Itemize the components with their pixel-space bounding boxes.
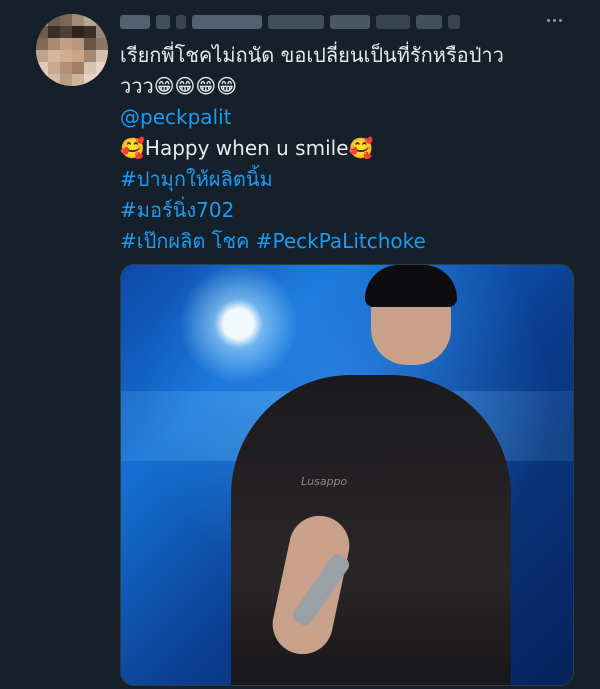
redacted-block bbox=[176, 15, 186, 29]
redacted-block bbox=[448, 15, 460, 29]
redacted-block bbox=[330, 15, 370, 29]
photo-watermark: Lusappo bbox=[301, 475, 348, 488]
tweet-photo[interactable]: Lusappo bbox=[120, 264, 574, 686]
mention-link[interactable]: @peckpalit bbox=[120, 102, 570, 133]
redacted-block bbox=[268, 15, 324, 29]
more-dots-icon[interactable] bbox=[542, 10, 566, 30]
redacted-block bbox=[192, 15, 262, 29]
hashtag-link[interactable]: #เป๊กผลิต โชค #PeckPaLitchoke bbox=[120, 226, 570, 257]
hashtag-link[interactable]: #มอร์นิ่ง702 bbox=[120, 195, 570, 226]
redacted-block bbox=[376, 15, 410, 29]
author-header-redacted[interactable] bbox=[120, 10, 540, 34]
tweet-card[interactable]: เรียกพี่โชคไม่ถนัด ขอเปลี่ยนเป็นที่รักหร… bbox=[0, 0, 600, 689]
tweet-text: เรียกพี่โชคไม่ถนัด ขอเปลี่ยนเป็นที่รักหร… bbox=[120, 40, 570, 257]
tweet-text-line: 🥰Happy when u smile🥰 bbox=[120, 136, 374, 160]
tweet-text-line: เรียกพี่โชคไม่ถนัด ขอเปลี่ยนเป็นที่รักหร… bbox=[120, 43, 504, 67]
hashtag-link[interactable]: #ปามุกให้ผลิตนิ้ม bbox=[120, 164, 570, 195]
tweet-text-line: ววว😁😁😁😁 bbox=[120, 74, 238, 98]
redacted-block bbox=[120, 15, 150, 29]
performer-silhouette bbox=[231, 375, 511, 685]
performer-hair bbox=[365, 265, 457, 307]
redacted-block bbox=[416, 15, 442, 29]
avatar[interactable] bbox=[36, 14, 108, 86]
redacted-block bbox=[156, 15, 170, 29]
